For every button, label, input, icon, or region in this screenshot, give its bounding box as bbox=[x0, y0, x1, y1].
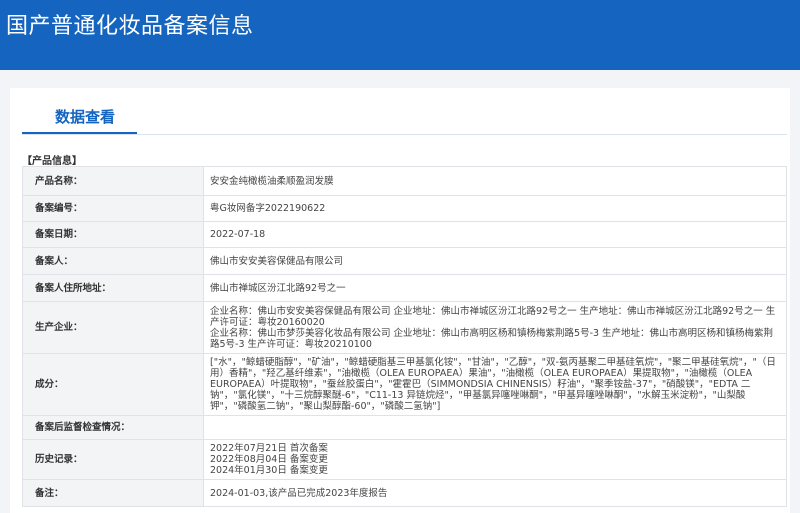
manufacturer-entry: 企业名称：佛山市安安美容保健品有限公司 企业地址：佛山市禅城区汾江北路92号之一… bbox=[210, 305, 776, 328]
history-entry: 2022年08月04日 备案变更 bbox=[210, 454, 328, 465]
table-row: 备案编号： 粤G妆网备字2022190622 bbox=[22, 195, 787, 222]
manufacturer-entry: 企业名称：佛山市梦莎美容化妆品有限公司 企业地址：佛山市高明区杨和镇杨梅紫荆路5… bbox=[210, 327, 774, 350]
table-row: 成分： ["水"，"鲸蜡硬脂醇"，"矿油"，"鲸蜡硬脂基三甲基氯化铵"，"甘油"… bbox=[22, 353, 787, 416]
history-entry: 2022年07月21日 首次备案 bbox=[210, 443, 328, 454]
table-row: 历史记录： 2022年07月21日 首次备案 2022年08月04日 备案变更 … bbox=[22, 439, 787, 480]
row-label: 备案后监督检查情况： bbox=[22, 415, 204, 440]
table-row: 备案人住所地址： 佛山市禅城区汾江北路92号之一 bbox=[22, 274, 787, 302]
table-row: 产品名称： 安安金纯橄榄油柔顺盈润发膜 bbox=[22, 166, 787, 196]
tab-divider bbox=[22, 134, 787, 135]
filing-date-value: 2022-07-18 bbox=[203, 221, 787, 248]
row-label: 生产企业： bbox=[22, 301, 204, 354]
table-row: 备案后监督检查情况： bbox=[22, 415, 787, 440]
table-row: 备案日期： 2022-07-18 bbox=[22, 221, 787, 248]
row-label: 备案人住所地址： bbox=[22, 274, 204, 302]
registrant-address-value: 佛山市禅城区汾江北路92号之一 bbox=[203, 274, 787, 302]
manufacturer-value: 企业名称：佛山市安安美容保健品有限公司 企业地址：佛山市禅城区汾江北路92号之一… bbox=[203, 301, 787, 354]
table-row: 生产企业： 企业名称：佛山市安安美容保健品有限公司 企业地址：佛山市禅城区汾江北… bbox=[22, 301, 787, 354]
tab-data-view[interactable]: 数据查看 bbox=[55, 106, 115, 127]
section-title: 【产品信息】 bbox=[22, 156, 82, 167]
product-name-value: 安安金纯橄榄油柔顺盈润发膜 bbox=[203, 166, 787, 196]
row-label: 备案日期： bbox=[22, 221, 204, 248]
row-label: 备案编号： bbox=[22, 195, 204, 222]
history-entry: 2024年01月30日 备案变更 bbox=[210, 465, 328, 476]
row-label: 历史记录： bbox=[22, 439, 204, 480]
row-label: 产品名称： bbox=[22, 166, 204, 196]
row-label: 备注： bbox=[22, 479, 204, 507]
page-title: 国产普通化妆品备案信息 bbox=[6, 14, 254, 39]
history-value: 2022年07月21日 首次备案 2022年08月04日 备案变更 2024年0… bbox=[203, 439, 787, 480]
table-row: 备案人： 佛山市安安美容保健品有限公司 bbox=[22, 247, 787, 275]
inspection-value bbox=[203, 415, 787, 440]
page-header: 国产普通化妆品备案信息 bbox=[0, 0, 800, 70]
row-label: 备案人： bbox=[22, 247, 204, 275]
row-label: 成分： bbox=[22, 353, 204, 416]
remarks-value: 2024-01-03,该产品已完成2023年度报告 bbox=[203, 479, 787, 507]
product-info-table: 产品名称： 安安金纯橄榄油柔顺盈润发膜 备案编号： 粤G妆网备字20221906… bbox=[22, 166, 787, 507]
registrant-value: 佛山市安安美容保健品有限公司 bbox=[203, 247, 787, 275]
table-row: 备注： 2024-01-03,该产品已完成2023年度报告 bbox=[22, 479, 787, 507]
ingredients-value: ["水"，"鲸蜡硬脂醇"，"矿油"，"鲸蜡硬脂基三甲基氯化铵"，"甘油"，"乙醇… bbox=[203, 353, 787, 416]
filing-number-value: 粤G妆网备字2022190622 bbox=[203, 195, 787, 222]
